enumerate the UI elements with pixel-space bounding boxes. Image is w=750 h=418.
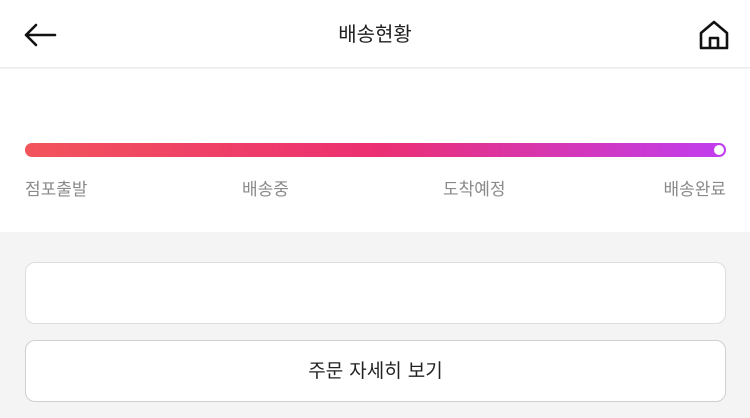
delivery-progress-fill: [25, 143, 726, 157]
delivery-steps: 점포출발 배송중 도착예정 배송완료: [25, 175, 726, 200]
top-bar: 배송현황: [0, 0, 750, 68]
delivery-info-card: [25, 262, 726, 324]
delivery-progress-marker: [714, 145, 724, 155]
delivery-status-screen: 배송현황 점포출발 배송중 도착예정 배송완료 주문 자세히 보기: [0, 0, 750, 418]
delivery-progress-section: 점포출발 배송중 도착예정 배송완료: [0, 69, 750, 232]
step-label-departure: 점포출발: [25, 180, 88, 200]
step-label-expected-arrival: 도착예정: [443, 180, 506, 200]
view-order-details-button[interactable]: 주문 자세히 보기: [25, 340, 726, 402]
home-icon: [699, 20, 729, 50]
step-label-delivered: 배송완료: [663, 180, 726, 200]
back-button[interactable]: [14, 14, 66, 56]
home-button[interactable]: [692, 13, 736, 57]
page-title: 배송현황: [338, 22, 412, 46]
arrow-left-icon: [24, 23, 57, 47]
step-label-in-transit: 배송중: [242, 180, 289, 200]
delivery-progress-bar: [25, 143, 726, 157]
